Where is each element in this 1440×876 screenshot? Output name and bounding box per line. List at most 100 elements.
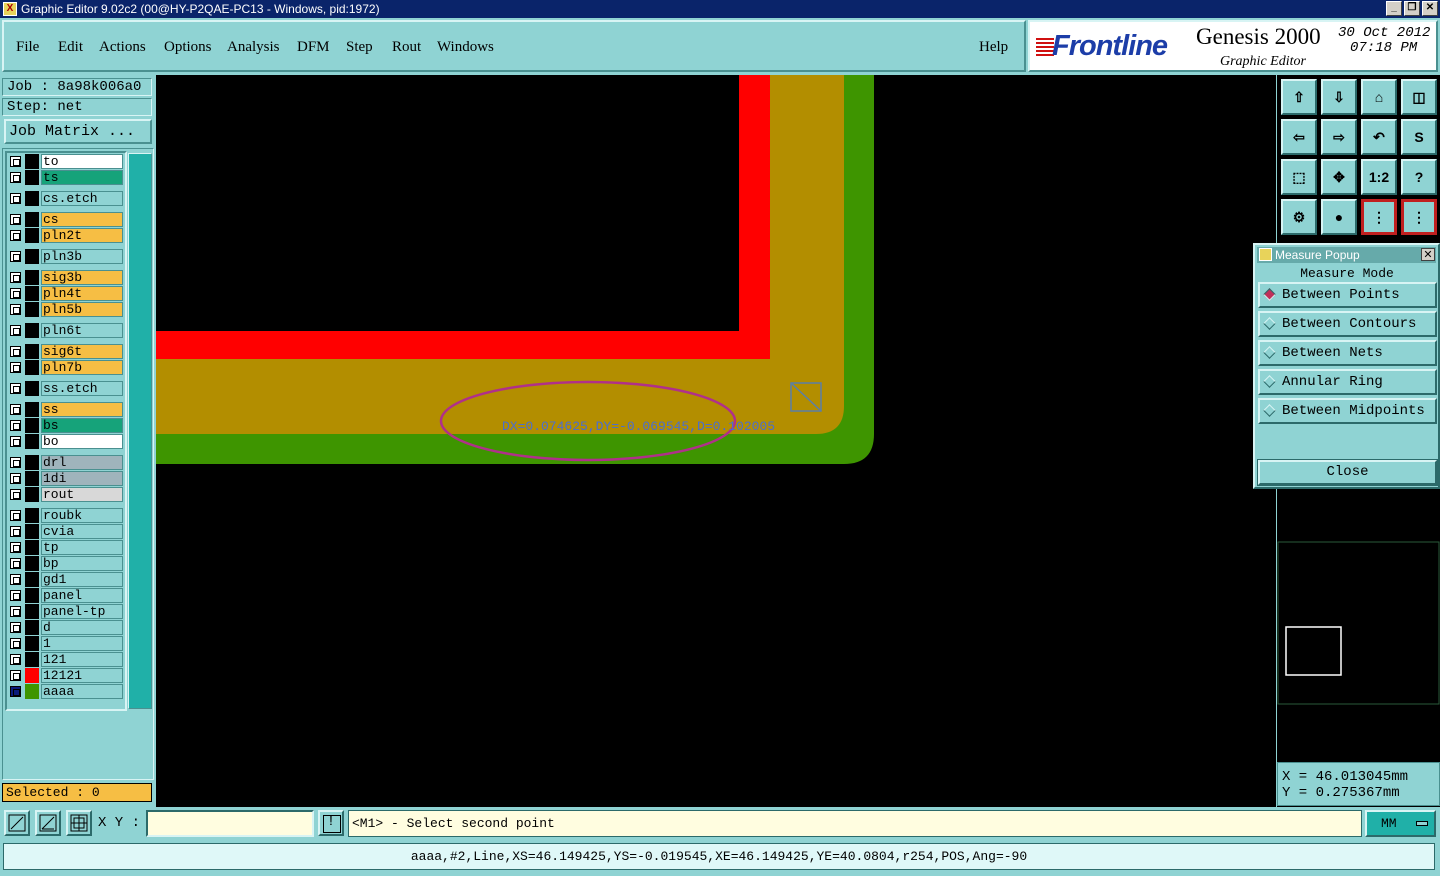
menu-help[interactable]: Help <box>979 39 1008 56</box>
snap-icon[interactable]: ● <box>1321 199 1357 235</box>
layer-row[interactable]: d <box>8 620 124 635</box>
layer-row[interactable]: aaaa <box>8 684 124 699</box>
layer-checkbox[interactable] <box>10 574 21 585</box>
minimize-button[interactable]: _ <box>1386 1 1402 16</box>
layer-checkbox[interactable] <box>10 606 21 617</box>
layer-name[interactable]: aaaa <box>41 684 123 699</box>
layer-name[interactable]: gd1 <box>41 572 123 587</box>
layer-checkbox[interactable] <box>10 193 21 204</box>
zoom-ratio-button[interactable]: 1:2 <box>1361 159 1397 195</box>
units-select[interactable]: MM <box>1365 810 1436 837</box>
net-select-icon[interactable]: ⋮ <box>1401 199 1437 235</box>
menu-file[interactable]: File <box>16 39 39 56</box>
layer-name[interactable]: d <box>41 620 123 635</box>
layer-name[interactable]: pln4t <box>41 286 123 301</box>
mode-between-contours[interactable]: Between Contours <box>1258 311 1437 337</box>
layer-row[interactable]: drl <box>8 455 124 470</box>
layer-row[interactable]: pln3b <box>8 249 124 264</box>
layer-checkbox[interactable] <box>10 214 21 225</box>
layer-row[interactable]: 1di <box>8 471 124 486</box>
layer-scrollbar[interactable] <box>128 153 152 709</box>
layer-name[interactable]: ss.etch <box>41 381 123 396</box>
layer-row[interactable]: bs <box>8 418 124 433</box>
menu-analysis[interactable]: Analysis <box>227 39 280 56</box>
layer-name[interactable]: cvia <box>41 524 123 539</box>
maximize-button[interactable]: ❐ <box>1404 1 1420 16</box>
pan-left-icon[interactable]: ⇦ <box>1281 119 1317 155</box>
angle-mode-icon[interactable] <box>35 810 61 836</box>
layer-row[interactable]: 12121 <box>8 668 124 683</box>
layer-row[interactable]: rout <box>8 487 124 502</box>
net-highlight-icon[interactable]: ⋮ <box>1361 199 1397 235</box>
help-icon[interactable]: ? <box>1401 159 1437 195</box>
layer-name[interactable]: panel <box>41 588 123 603</box>
layer-checkbox[interactable] <box>10 288 21 299</box>
pan-right-icon[interactable]: ⇨ <box>1321 119 1357 155</box>
layer-row[interactable]: 1 <box>8 636 124 651</box>
layer-checkbox[interactable] <box>10 489 21 500</box>
layer-name[interactable]: pln5b <box>41 302 123 317</box>
popup-close-icon[interactable]: ✕ <box>1421 248 1435 261</box>
layer-name[interactable]: pln7b <box>41 360 123 375</box>
layer-name[interactable]: cs.etch <box>41 191 123 206</box>
layer-checkbox[interactable] <box>10 526 21 537</box>
layer-name[interactable]: roubk <box>41 508 123 523</box>
layer-checkbox[interactable] <box>10 383 21 394</box>
layer-name[interactable]: sig6t <box>41 344 123 359</box>
layer-row[interactable]: ss <box>8 402 124 417</box>
layer-checkbox[interactable] <box>10 304 21 315</box>
layer-row[interactable]: to <box>8 154 124 169</box>
layer-checkbox[interactable] <box>10 686 21 697</box>
layer-row[interactable]: bp <box>8 556 124 571</box>
layer-checkbox[interactable] <box>10 420 21 431</box>
layer-checkbox[interactable] <box>10 346 21 357</box>
menu-step[interactable]: Step <box>346 39 373 56</box>
layer-checkbox[interactable] <box>10 542 21 553</box>
overview-map[interactable] <box>1277 541 1440 705</box>
layer-name[interactable]: tp <box>41 540 123 555</box>
layer-checkbox[interactable] <box>10 362 21 373</box>
layer-checkbox[interactable] <box>10 251 21 262</box>
layer-row[interactable]: 121 <box>8 652 124 667</box>
zoom-fit-icon[interactable]: ⬚ <box>1281 159 1317 195</box>
layer-name[interactable]: panel-tp <box>41 604 123 619</box>
layer-name[interactable]: to <box>41 154 123 169</box>
layer-name[interactable]: pln6t <box>41 323 123 338</box>
layer-checkbox[interactable] <box>10 230 21 241</box>
layer-name[interactable]: bo <box>41 434 123 449</box>
layer-checkbox[interactable] <box>10 156 21 167</box>
layer-checkbox[interactable] <box>10 654 21 665</box>
layer-row[interactable]: cvia <box>8 524 124 539</box>
layer-checkbox[interactable] <box>10 325 21 336</box>
layer-row[interactable]: pln2t <box>8 228 124 243</box>
layer-row[interactable]: pln4t <box>8 286 124 301</box>
layer-checkbox[interactable] <box>10 638 21 649</box>
graphic-canvas[interactable]: DX=0.074625,DY=-0.069545,D=0.102005 <box>156 75 1276 807</box>
layer-checkbox[interactable] <box>10 558 21 569</box>
menu-windows[interactable]: Windows <box>437 39 494 56</box>
layer-checkbox[interactable] <box>10 404 21 415</box>
layer-row[interactable]: gd1 <box>8 572 124 587</box>
layer-name[interactable]: ts <box>41 170 123 185</box>
xy-input[interactable] <box>146 810 314 837</box>
layer-row[interactable]: panel-tp <box>8 604 124 619</box>
layer-name[interactable]: rout <box>41 487 123 502</box>
layer-checkbox[interactable] <box>10 436 21 447</box>
layer-row[interactable]: panel <box>8 588 124 603</box>
menu-edit[interactable]: Edit <box>58 39 83 56</box>
zoom-center-icon[interactable]: ✥ <box>1321 159 1357 195</box>
home-view-icon[interactable]: ⌂ <box>1361 79 1397 115</box>
layer-name[interactable]: 12121 <box>41 668 123 683</box>
layer-row[interactable]: cs.etch <box>8 191 124 206</box>
layer-row[interactable]: bo <box>8 434 124 449</box>
mode-between-nets[interactable]: Between Nets <box>1258 340 1437 366</box>
undo-view-icon[interactable]: ↶ <box>1361 119 1397 155</box>
mode-between-points[interactable]: Between Points <box>1258 282 1437 308</box>
layer-checkbox[interactable] <box>10 590 21 601</box>
layer-name[interactable]: 1 <box>41 636 123 651</box>
layer-checkbox[interactable] <box>10 670 21 681</box>
layer-name[interactable]: 1di <box>41 471 123 486</box>
grid-mode-icon[interactable] <box>66 810 92 836</box>
menu-options[interactable]: Options <box>164 39 212 56</box>
layer-row[interactable]: tp <box>8 540 124 555</box>
